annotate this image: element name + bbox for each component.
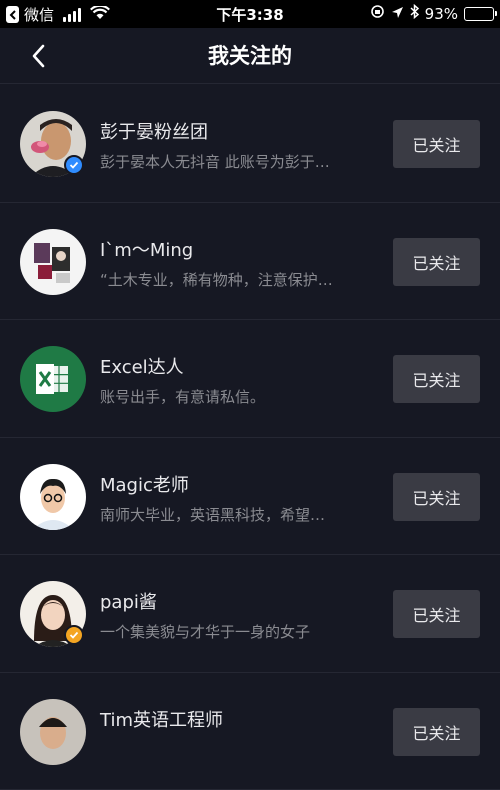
verified-badge-icon — [64, 625, 84, 645]
following-button[interactable]: 已关注 — [393, 708, 480, 756]
excel-logo-icon — [20, 346, 86, 412]
user-description: 南师大毕业，英语黑科技，希望… — [100, 504, 325, 525]
battery-percent: 93% — [425, 5, 458, 23]
user-name[interactable]: papi酱 — [100, 588, 157, 614]
following-button[interactable]: 已关注 — [393, 238, 480, 286]
back-app-label[interactable]: 微信 — [24, 4, 54, 25]
cellular-signal-icon — [63, 8, 81, 22]
status-bar: 微信 下午3:38 93% — [0, 0, 500, 28]
avatar[interactable] — [20, 464, 86, 530]
list-item[interactable]: Excel达人 账号出手，有意请私信。 已关注 — [0, 320, 500, 438]
user-name[interactable]: 彭于晏粉丝团 — [100, 118, 208, 144]
following-list: 彭于晏粉丝团 彭于晏本人无抖音 此账号为彭于… 已关注 I`m～Ming “土木… — [0, 85, 500, 790]
list-item[interactable]: I`m～Ming “土木专业，稀有物种，注意保护… 已关注 — [0, 203, 500, 321]
chevron-left-icon — [31, 44, 45, 68]
avatar[interactable] — [20, 346, 86, 412]
following-button[interactable]: 已关注 — [393, 355, 480, 403]
list-item[interactable]: 彭于晏粉丝团 彭于晏本人无抖音 此账号为彭于… 已关注 — [0, 85, 500, 203]
user-name[interactable]: Magic老师 — [100, 471, 189, 497]
battery-icon — [464, 7, 494, 21]
user-name[interactable]: Tim英语工程师 — [100, 706, 223, 732]
user-description: 彭于晏本人无抖音 此账号为彭于… — [100, 151, 330, 172]
page-title: 我关注的 — [0, 28, 500, 84]
list-item[interactable]: papi酱 一个集美貌与才华于一身的女子 已关注 — [0, 555, 500, 673]
following-button[interactable]: 已关注 — [393, 473, 480, 521]
status-right: 93% — [370, 4, 494, 23]
following-button[interactable]: 已关注 — [393, 120, 480, 168]
status-left: 微信 — [6, 4, 110, 25]
list-item[interactable]: Magic老师 南师大毕业，英语黑科技，希望… 已关注 — [0, 438, 500, 556]
list-item[interactable]: Tim英语工程师 已关注 — [0, 673, 500, 790]
back-to-app-icon[interactable] — [6, 6, 19, 23]
following-button[interactable]: 已关注 — [393, 590, 480, 638]
back-button[interactable] — [22, 40, 54, 72]
location-icon — [391, 5, 404, 23]
avatar[interactable] — [20, 229, 86, 295]
user-name[interactable]: I`m～Ming — [100, 236, 193, 262]
verified-badge-icon — [64, 155, 84, 175]
user-description: 账号出手，有意请私信。 — [100, 386, 265, 407]
orientation-lock-icon — [370, 4, 385, 23]
avatar[interactable] — [20, 699, 86, 765]
user-name[interactable]: Excel达人 — [100, 353, 184, 379]
user-description: “土木专业，稀有物种，注意保护… — [100, 269, 333, 290]
wifi-icon — [90, 6, 110, 24]
user-description: 一个集美貌与才华于一身的女子 — [100, 621, 310, 642]
bluetooth-icon — [410, 4, 419, 23]
nav-bar: 我关注的 — [0, 28, 500, 84]
